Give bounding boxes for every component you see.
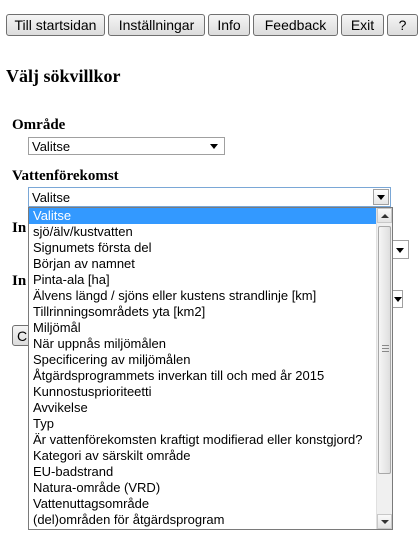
obscured-select-edge[interactable] bbox=[393, 240, 409, 259]
dropdown-option[interactable]: Är vattenförekomsten kraftigt modifierad… bbox=[29, 432, 377, 448]
exit-button[interactable]: Exit bbox=[341, 14, 384, 36]
grip-line bbox=[382, 351, 389, 352]
page-title: Välj sökvillkor bbox=[6, 66, 121, 86]
dropdown-options: Valitse sjö/älv/kustvatten Signumets först… bbox=[29, 208, 377, 529]
dropdown-option[interactable]: (del)områden för åtgärdsprogram bbox=[29, 512, 377, 528]
dropdown-option[interactable]: Valitse bbox=[29, 208, 377, 224]
dropdown-option[interactable]: Älvens längd / sjöns eller kustens stran… bbox=[29, 288, 377, 304]
dropdown-option[interactable]: Avvikelse bbox=[29, 400, 377, 416]
vattenforekomst-dropdown-list: Valitse sjö/älv/kustvatten Signumets först… bbox=[28, 207, 393, 530]
dropdown-option[interactable]: Natura-område (VRD) bbox=[29, 480, 377, 496]
dropdown-option[interactable]: Typ bbox=[29, 416, 377, 432]
scrollbar-thumb[interactable] bbox=[378, 226, 391, 474]
omrade-select-value: Valitse bbox=[32, 138, 71, 154]
dropdown-scrollbar[interactable] bbox=[376, 208, 392, 529]
chevron-down-icon bbox=[210, 144, 218, 149]
grip-line bbox=[382, 348, 389, 349]
dropdown-option[interactable]: Åtgärdsprogrammets inverkan till och med… bbox=[29, 368, 377, 384]
dropdown-option[interactable]: Signumets första del bbox=[29, 240, 377, 256]
dropdown-option[interactable]: Specificering av miljömålen bbox=[29, 352, 377, 368]
obscured-label-2: In bbox=[12, 273, 27, 289]
scroll-down-button[interactable] bbox=[377, 514, 392, 529]
chevron-down-icon bbox=[377, 194, 385, 200]
obscured-select-edge-2[interactable] bbox=[393, 290, 403, 308]
settings-button[interactable]: Inställningar bbox=[108, 14, 205, 36]
dropdown-option[interactable]: sjö/älv/kustvatten bbox=[29, 224, 377, 240]
dropdown-option[interactable]: Miljömål bbox=[29, 320, 377, 336]
dropdown-option[interactable]: När uppnås miljömålen bbox=[29, 336, 377, 352]
obscured-label-1: In bbox=[12, 220, 27, 236]
dropdown-option[interactable]: Pinta-ala [ha] bbox=[29, 272, 377, 288]
chevron-up-icon bbox=[380, 213, 389, 218]
chevron-down-icon bbox=[394, 297, 402, 302]
dropdown-arrow-button[interactable] bbox=[373, 189, 389, 205]
dropdown-option[interactable]: Tillrinningsområdets yta [km2] bbox=[29, 304, 377, 320]
home-button[interactable]: Till startsidan bbox=[6, 14, 105, 36]
vattenforekomst-select[interactable]: Valitse bbox=[28, 187, 391, 207]
dropdown-option[interactable]: Början av namnet bbox=[29, 256, 377, 272]
vattenforekomst-label: Vattenförekomst bbox=[12, 168, 119, 184]
dropdown-option[interactable]: Kategori av särskilt område bbox=[29, 448, 377, 464]
omrade-label: Område bbox=[12, 117, 66, 133]
chevron-down-icon bbox=[396, 248, 404, 253]
dropdown-option[interactable]: EU-badstrand bbox=[29, 464, 377, 480]
dropdown-option[interactable]: Vattenuttagsområde bbox=[29, 496, 377, 512]
top-toolbar: Till startsidan Inställningar Info Feedb… bbox=[6, 14, 418, 36]
vattenforekomst-select-value: Valitse bbox=[32, 189, 71, 205]
chevron-down-icon bbox=[380, 519, 389, 524]
feedback-button[interactable]: Feedback bbox=[253, 14, 338, 36]
dropdown-option[interactable]: Kunnostusprioriteetti bbox=[29, 384, 377, 400]
omrade-select[interactable]: Valitse bbox=[28, 137, 225, 155]
grip-line bbox=[382, 345, 389, 346]
help-button[interactable]: ? bbox=[387, 14, 418, 36]
info-button[interactable]: Info bbox=[208, 14, 250, 36]
scroll-up-button[interactable] bbox=[377, 208, 392, 223]
